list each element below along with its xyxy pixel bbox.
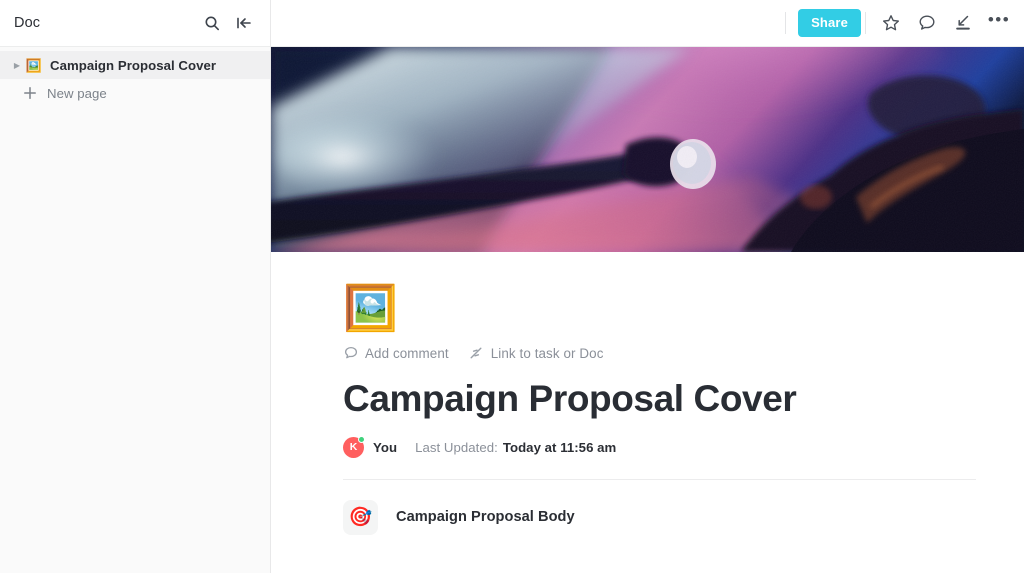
document-actions: Add comment Link to task or Doc [343, 343, 1024, 363]
document-body: 🖼️ Add comment Link to task or Doc Campa… [271, 252, 1024, 573]
document-emoji-framed-picture-icon[interactable]: 🖼️ [343, 283, 398, 335]
toolbar-icons: ••• [880, 11, 1010, 34]
page-title[interactable]: Campaign Proposal Cover [343, 378, 1024, 420]
app-root: Doc ▶ 🖼️ Campaign Proposal Cover New pag… [0, 0, 1024, 573]
link-icon [469, 346, 484, 361]
more-options-icon[interactable]: ••• [988, 11, 1010, 34]
subpage-label: Campaign Proposal Body [396, 509, 575, 526]
cover-image[interactable] [271, 47, 1024, 252]
subpage-item-campaign-proposal-body[interactable]: 🎯 Campaign Proposal Body [343, 499, 1024, 535]
sidebar-item-campaign-proposal-cover[interactable]: ▶ 🖼️ Campaign Proposal Cover [0, 51, 270, 79]
avatar[interactable]: K [343, 436, 365, 459]
sidebar-tree: ▶ 🖼️ Campaign Proposal Cover New page [0, 47, 270, 107]
sidebar-header: Doc [0, 0, 270, 47]
top-toolbar: Share ••• [271, 0, 1024, 47]
sidebar-item-label: Campaign Proposal Cover [50, 57, 217, 73]
search-icon[interactable] [202, 13, 222, 33]
sidebar-title: Doc [14, 15, 41, 31]
comment-icon[interactable] [916, 12, 938, 34]
share-button[interactable]: Share [798, 9, 861, 37]
toolbar-divider [785, 12, 787, 34]
last-updated-label: Last Updated: [415, 440, 498, 456]
comment-icon [343, 346, 358, 361]
new-page-button[interactable]: New page [0, 79, 270, 107]
link-to-task-button[interactable]: Link to task or Doc [469, 346, 604, 361]
expand-caret-icon[interactable]: ▶ [10, 58, 24, 72]
content-divider [343, 478, 976, 480]
main-panel: Share ••• 🖼️ Add comment Link to task or… [271, 0, 1024, 573]
cover-image-art [271, 47, 1024, 252]
last-updated-value: Today at 11:56 am [502, 440, 617, 456]
sidebar-header-icons [202, 13, 254, 33]
toolbar-divider-2 [865, 12, 866, 34]
framed-picture-icon: 🖼️ [25, 57, 43, 73]
add-comment-label: Add comment [365, 345, 449, 361]
direct-hit-icon: 🎯 [343, 499, 378, 535]
download-icon[interactable] [952, 12, 974, 34]
author-label: You [373, 440, 398, 456]
add-comment-button[interactable]: Add comment [343, 346, 449, 361]
document-meta: K You Last Updated: Today at 11:56 am [343, 436, 1024, 459]
sidebar: Doc ▶ 🖼️ Campaign Proposal Cover New pag… [0, 0, 271, 573]
new-page-label: New page [47, 85, 107, 101]
star-icon[interactable] [880, 12, 902, 34]
link-to-task-label: Link to task or Doc [490, 345, 604, 361]
status-dot-icon [358, 436, 365, 444]
plus-icon [22, 85, 38, 101]
collapse-sidebar-icon[interactable] [234, 13, 254, 33]
